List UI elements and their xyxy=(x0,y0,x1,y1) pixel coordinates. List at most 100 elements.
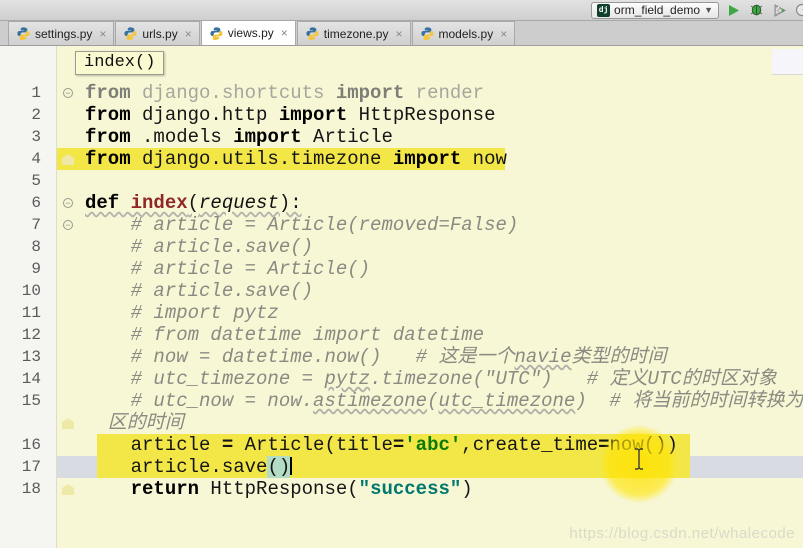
code-text xyxy=(85,170,803,192)
code-text: from .models import Article xyxy=(85,126,393,148)
code-text: def index(request): xyxy=(85,192,302,214)
line-number: 13 xyxy=(21,348,41,366)
toolbar-run-icons xyxy=(725,2,803,18)
line-number: 15 xyxy=(21,392,41,410)
code-line-17: 17 article.save() xyxy=(0,456,803,478)
fold-marker-icon[interactable] xyxy=(63,220,73,230)
fold-column xyxy=(57,478,85,500)
tab-urls.py[interactable]: urls.py × xyxy=(115,21,200,45)
debug-icon[interactable] xyxy=(748,2,764,18)
line-number: 10 xyxy=(21,282,41,300)
tab-models.py[interactable]: models.py × xyxy=(411,21,516,45)
fold-column xyxy=(57,82,85,104)
python-file-icon xyxy=(306,27,319,40)
run-with-coverage-icon[interactable] xyxy=(771,2,787,18)
code-text: # from datetime import datetime xyxy=(85,324,485,346)
fold-column xyxy=(57,214,85,236)
fold-column xyxy=(57,456,85,478)
fold-column xyxy=(57,170,85,192)
fold-column xyxy=(57,412,85,434)
code-line-4: 4 from django.utils.timezone import now xyxy=(0,148,803,170)
fold-marker-icon[interactable] xyxy=(63,198,73,208)
code-line-6: 6 def index(request): xyxy=(0,192,803,214)
code-text: return HttpResponse("success") xyxy=(130,478,473,500)
fold-column xyxy=(57,280,85,302)
tab-label: views.py xyxy=(227,26,274,40)
code-text: 区的时间 xyxy=(85,412,184,434)
line-number: 16 xyxy=(21,436,41,454)
fold-column xyxy=(57,236,85,258)
code-line-16: 16 article = Article(title='abc',create_… xyxy=(0,434,803,456)
code-line-2: 2 from django.http import HttpResponse xyxy=(0,104,803,126)
line-number xyxy=(0,412,57,434)
fold-column xyxy=(57,104,85,126)
watermark: https://blog.csdn.net/whalecode xyxy=(569,525,795,542)
close-tab-icon[interactable]: × xyxy=(393,28,402,40)
fold-column xyxy=(57,390,85,412)
tab-settings.py[interactable]: settings.py × xyxy=(8,21,115,45)
python-file-icon xyxy=(210,26,223,40)
profiler-icon[interactable] xyxy=(794,2,803,18)
line-number: 3 xyxy=(31,128,41,146)
gutter-marker-icon[interactable] xyxy=(62,154,74,165)
run-icon[interactable] xyxy=(725,2,741,18)
line-number: 2 xyxy=(31,106,41,124)
code-line-wrap: 区的时间 xyxy=(0,412,803,434)
fold-column xyxy=(57,148,85,170)
line-number: 17 xyxy=(21,458,41,476)
line-number: 5 xyxy=(31,172,41,190)
gutter-marker-icon[interactable] xyxy=(62,418,74,429)
fold-column xyxy=(57,324,85,346)
tab-timezone.py[interactable]: timezone.py × xyxy=(296,21,411,45)
pycharm-window: dj orm_field_demo ▼ settings.py × urls.p… xyxy=(0,0,803,548)
code-line-8: 8 # article.save() xyxy=(0,236,803,258)
chevron-down-icon: ▼ xyxy=(704,5,713,15)
completion-hint-label: index() xyxy=(84,53,156,72)
fold-column xyxy=(57,434,85,456)
code-line-7: 7 # article = Article(removed=False) xyxy=(0,214,803,236)
code-text: from django.shortcuts import render xyxy=(85,82,485,104)
code-text: # now = datetime.now() # 这是一个navie类型的时间 xyxy=(85,346,667,368)
code-text: # utc_now = now.astimezone(utc_timezone)… xyxy=(85,390,803,412)
tab-views.py[interactable]: views.py × xyxy=(200,20,296,45)
code-line-5: 5 xyxy=(0,170,803,192)
gutter-marker-icon[interactable] xyxy=(62,484,74,495)
fold-column xyxy=(57,302,85,324)
python-file-icon xyxy=(17,27,30,40)
code-text: # article = Article(removed=False) xyxy=(85,214,519,236)
close-tab-icon[interactable]: × xyxy=(498,28,507,40)
close-tab-icon[interactable]: × xyxy=(183,28,192,40)
line-number: 9 xyxy=(31,260,41,278)
code-line-13: 13 # now = datetime.now() # 这是一个navie类型的… xyxy=(0,346,803,368)
line-number: 12 xyxy=(21,326,41,344)
code-line-12: 12 # from datetime import datetime xyxy=(0,324,803,346)
tab-label: settings.py xyxy=(35,26,93,41)
line-number: 18 xyxy=(21,480,41,498)
close-tab-icon[interactable]: × xyxy=(279,27,288,39)
code-line-14: 14 # utc_timezone = pytz.timezone("UTC")… xyxy=(0,368,803,390)
code-text: from django.utils.timezone import now xyxy=(85,148,507,170)
line-number: 14 xyxy=(21,370,41,388)
tab-label: urls.py xyxy=(142,26,178,41)
django-dj-icon: dj xyxy=(597,3,611,17)
editor-scroll-corner xyxy=(772,49,803,75)
completion-hint[interactable]: index() xyxy=(75,51,165,75)
fold-column xyxy=(57,126,85,148)
tab-bar: settings.py × urls.py × views.py × timezone.py… xyxy=(0,20,803,46)
line-number: 7 xyxy=(31,216,41,234)
code-line-10: 10 # article.save() xyxy=(0,280,803,302)
code-editor[interactable]: index() 1 from django.shortcuts import re… xyxy=(0,46,803,548)
code-text: # article.save() xyxy=(85,280,314,302)
run-configuration-selector[interactable]: dj orm_field_demo ▼ xyxy=(591,1,719,19)
code-line-1: 1 from django.shortcuts import render xyxy=(0,82,803,104)
fold-marker-icon[interactable] xyxy=(63,88,73,98)
code-line-11: 11 # import pytz xyxy=(0,302,803,324)
code-line-15: 15 # utc_now = now.astimezone(utc_timezo… xyxy=(0,390,803,412)
fold-column xyxy=(57,192,85,214)
close-tab-icon[interactable]: × xyxy=(97,28,106,40)
code-line-18: 18 return HttpResponse("success") xyxy=(0,478,803,500)
mouse-cursor-ibeam xyxy=(633,448,645,475)
code-text: # article = Article() xyxy=(85,258,371,280)
code-line-3: 3 from .models import Article xyxy=(0,126,803,148)
fold-column xyxy=(57,368,85,390)
